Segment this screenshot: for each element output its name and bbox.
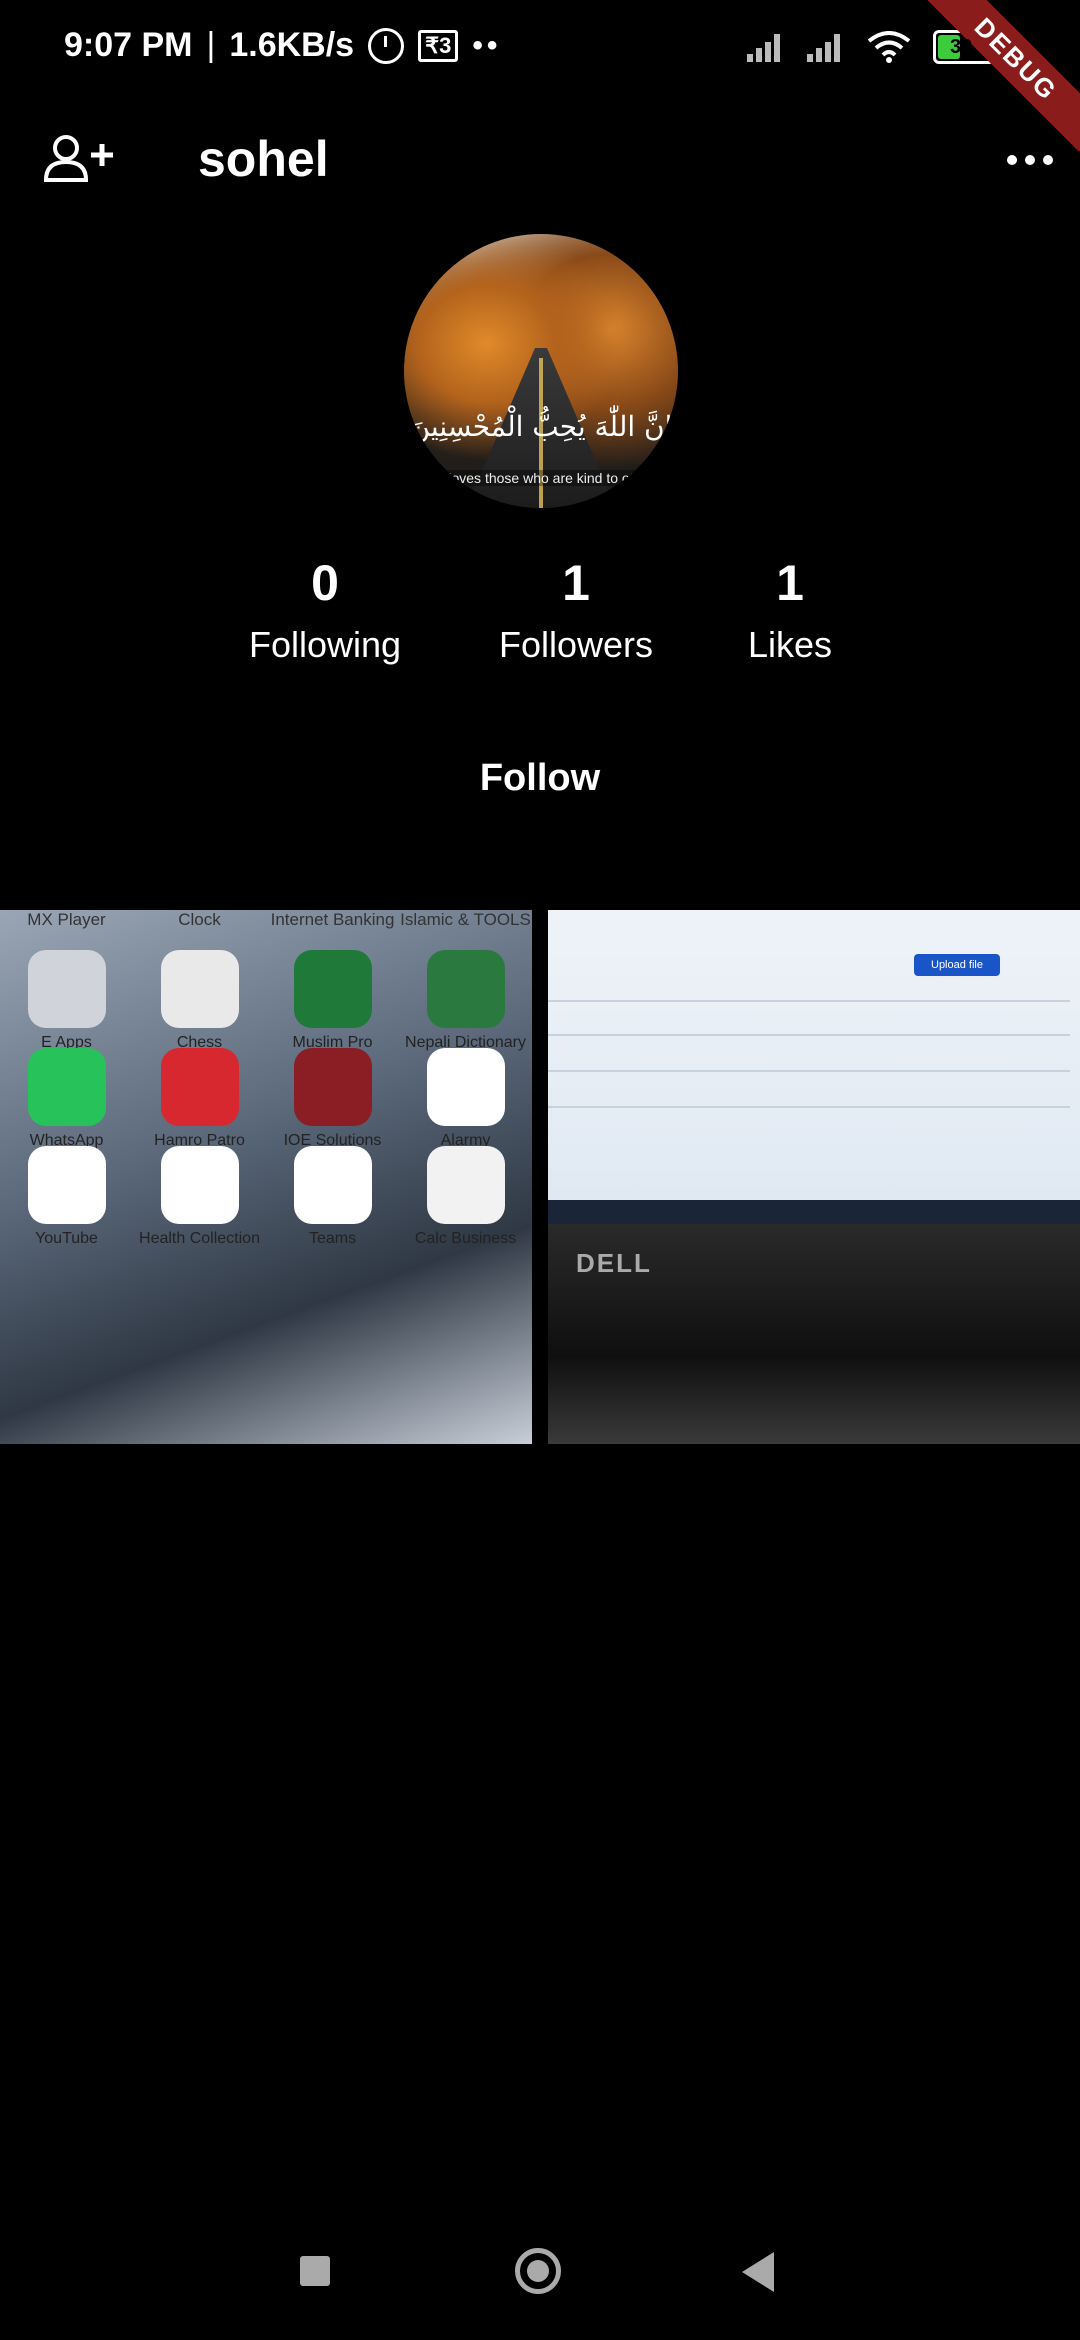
app-cell: Chess [133, 950, 266, 1052]
laptop-screen: Upload file [548, 910, 1080, 1224]
circle-home-icon[interactable] [515, 2248, 561, 2294]
app-icon [27, 1048, 106, 1126]
likes-count: 1 [776, 555, 804, 611]
app-icon [27, 1146, 106, 1224]
status-bar: 9:07 PM | 1.6KB/s ₹3 •• 39 DEBUG [0, 0, 1080, 152]
network-speed: 1.6KB/s [229, 26, 355, 64]
app-label: YouTube [35, 1230, 98, 1247]
system-nav-bar [0, 2220, 1080, 2330]
more-horizontal-icon[interactable] [1000, 140, 1060, 180]
app-cell: WhatsApp [0, 1048, 133, 1150]
following-label: Following [248, 624, 402, 665]
app-icon [426, 1048, 505, 1126]
app-label: Calc Business [414, 1230, 517, 1247]
alarm-icon [368, 27, 405, 64]
app-icon [27, 950, 106, 1028]
app-cell: Teams [266, 1146, 399, 1248]
profile-username: sohel [198, 131, 329, 187]
app-cell: IOE Solutions [266, 1048, 399, 1150]
profile-app-bar: sohel [0, 110, 1080, 210]
app-cell: Nepali Dictionary [399, 950, 532, 1052]
status-left: 9:07 PM | 1.6KB/s ₹3 •• [64, 26, 501, 65]
stat-followers[interactable]: 1 Followers [488, 548, 664, 670]
followers-label: Followers [498, 624, 654, 665]
post-thumbnail-2[interactable]: Upload file DELL [548, 910, 1080, 1444]
signal-icon [747, 32, 785, 62]
follow-button[interactable]: Follow [440, 748, 640, 808]
upload-file-button: Upload file [914, 954, 1000, 976]
app-cell: Calc Business [399, 1146, 532, 1248]
app-cell: Hamro Patro [133, 1048, 266, 1150]
app-icon [426, 950, 505, 1028]
app-label: Teams [308, 1230, 357, 1247]
triangle-back-icon[interactable] [742, 2252, 774, 2292]
following-count: 0 [311, 555, 339, 611]
app-icon [293, 950, 372, 1028]
likes-label: Likes [747, 624, 833, 665]
avatar-caption: loves those who are kind to ot [404, 470, 678, 486]
app-cell: E Apps [0, 950, 133, 1052]
stat-following[interactable]: 0 Following [230, 548, 420, 670]
laptop-brand: DELL [576, 1248, 652, 1278]
status-separator: | [206, 26, 216, 64]
app-icon [293, 1146, 372, 1224]
app-cell: Health Collection [133, 1146, 266, 1248]
app-icon [160, 950, 239, 1028]
profile-avatar[interactable]: إِنَّ اللّٰهَ يُحِبُّ الْمُحْسِنِينَ lov… [404, 234, 678, 508]
post-thumbnail-1[interactable]: MX Player Clock Internet Banking Islamic… [0, 910, 532, 1444]
laptop-bezel: DELL [548, 1224, 1080, 1444]
avatar-arabic-text: إِنَّ اللّٰهَ يُحِبُّ الْمُحْسِنِينَ [409, 410, 673, 443]
status-right: 39 [747, 30, 1000, 64]
app-icon [293, 1048, 372, 1126]
app-icon [160, 1048, 239, 1126]
app-cell: YouTube [0, 1146, 133, 1248]
followers-count: 1 [562, 555, 590, 611]
app-cell: Muslim Pro [266, 950, 399, 1052]
wifi-icon [867, 31, 911, 63]
signal-icon [807, 32, 845, 62]
app-label: Health Collection [139, 1230, 260, 1247]
currency-badge: ₹3 [418, 29, 459, 62]
app-icon [426, 1146, 505, 1224]
app-icon [160, 1146, 239, 1224]
app-grid: E Apps Chess Muslim Pro Nepali Dictionary Wh… [0, 910, 532, 1444]
battery-level: 39 [950, 35, 973, 58]
status-time: 9:07 PM [64, 26, 193, 64]
stat-likes[interactable]: 1 Likes [734, 548, 846, 670]
person-add-icon[interactable] [40, 130, 120, 190]
app-cell: Alarmy [399, 1048, 532, 1150]
square-icon[interactable] [300, 2256, 330, 2286]
notification-dots: •• [472, 28, 502, 62]
taskbar [548, 1200, 1080, 1224]
